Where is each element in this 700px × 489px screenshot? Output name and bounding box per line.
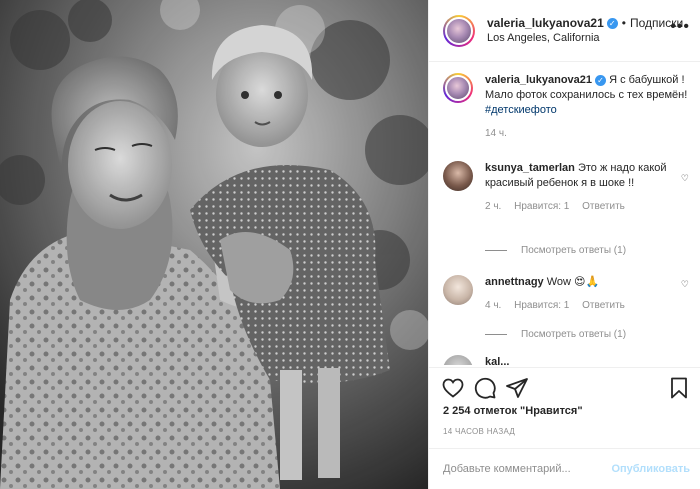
comment-likes[interactable]: Нравится: 1	[514, 300, 569, 311]
small-heart-icon[interactable]: ♡	[681, 173, 689, 184]
commenter-avatar[interactable]	[443, 275, 473, 305]
comment-likes[interactable]: Нравится: 1	[514, 201, 569, 212]
commenter-avatar[interactable]	[443, 161, 473, 191]
comment-text: Wow 😍🙏	[546, 276, 600, 288]
comment-item: kal...	[443, 355, 691, 365]
separator-dot: •	[621, 15, 626, 30]
post-side-panel: valeria_lukyanova21 ✓ • Подписки Los Ang…	[428, 0, 700, 489]
small-heart-icon[interactable]: ♡	[681, 279, 689, 290]
black-and-white-photo	[0, 0, 428, 489]
comment-item: annettnagy Wow 😍🙏 4 ч. Нравится: 1 Ответ…	[443, 275, 691, 313]
reply-button[interactable]: Ответить	[582, 201, 625, 212]
likes-count[interactable]: 2 254 отметок "Нравится"	[443, 405, 583, 417]
comment-input[interactable]	[443, 463, 612, 475]
post-time-ago[interactable]: 14 ЧАСОВ НАЗАД	[443, 427, 515, 436]
publish-button[interactable]: Опубликовать	[611, 463, 690, 475]
author-username[interactable]: valeria_lukyanova21	[487, 16, 604, 31]
send-icon[interactable]	[505, 376, 529, 400]
comment-icon[interactable]	[473, 376, 497, 400]
comment-username[interactable]: ksunya_tamerlan	[485, 162, 575, 174]
post-actions-bar	[429, 367, 700, 405]
comment-time[interactable]: 4 ч.	[485, 300, 501, 311]
reply-button[interactable]: Ответить	[582, 300, 625, 311]
heart-icon[interactable]	[441, 376, 465, 400]
caption-hashtag[interactable]: #детскиефото	[485, 104, 557, 116]
more-options-icon[interactable]: •••	[670, 18, 690, 36]
verified-badge-icon: ✓	[606, 17, 618, 29]
bookmark-icon[interactable]	[667, 376, 691, 400]
author-avatar[interactable]	[443, 14, 475, 47]
view-replies-label[interactable]: Посмотреть ответы (1)	[521, 329, 626, 340]
view-replies[interactable]: Посмотреть ответы (1)	[485, 329, 626, 340]
commenter-avatar[interactable]	[443, 355, 473, 365]
comments-list[interactable]: valeria_lukyanova21 ✓ Я с бабушкой ! Мало…	[429, 63, 700, 365]
verified-badge-icon: ✓	[595, 75, 607, 86]
caption-time[interactable]: 14 ч.	[485, 128, 507, 139]
view-replies[interactable]: Посмотреть ответы (1)	[485, 245, 626, 256]
comment-username[interactable]: kal...	[485, 356, 509, 365]
caption-avatar[interactable]	[443, 73, 473, 103]
post-header: valeria_lukyanova21 ✓ • Подписки Los Ang…	[429, 0, 700, 62]
add-comment-bar: Опубликовать	[429, 448, 700, 489]
post-photo[interactable]	[0, 0, 428, 489]
caption: valeria_lukyanova21 ✓ Я с бабушкой ! Мало…	[443, 73, 691, 141]
comment-time[interactable]: 2 ч.	[485, 201, 501, 212]
post-location[interactable]: Los Angeles, California	[487, 31, 683, 46]
caption-username[interactable]: valeria_lukyanova21	[485, 74, 592, 86]
comment-item: ksunya_tamerlan Это ж надо какой красивы…	[443, 161, 691, 214]
view-replies-label[interactable]: Посмотреть ответы (1)	[521, 245, 626, 256]
comment-username[interactable]: annettnagy	[485, 276, 544, 288]
